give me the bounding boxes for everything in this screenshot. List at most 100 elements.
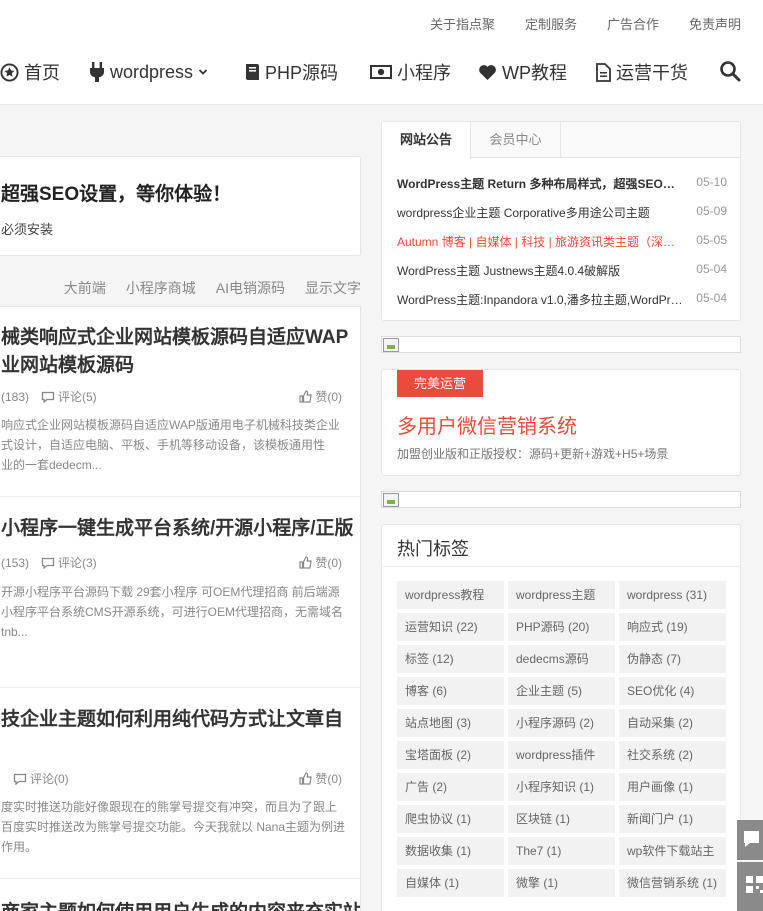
view-count: (183) xyxy=(1,389,30,404)
post-item: 商家主题如何使用用户生成的内容来充实站 xyxy=(0,879,360,911)
tag-item[interactable]: wordpress主题 xyxy=(508,581,615,609)
chat-float-button[interactable] xyxy=(737,820,763,860)
tag-item[interactable]: 站点地图 (3) xyxy=(397,709,504,737)
post-title[interactable]: 技企业主题如何利用纯代码方式让文章自 xyxy=(1,706,360,734)
tag-item[interactable]: 博客 (6) xyxy=(397,677,504,705)
category-link-miniapp-mall[interactable]: 小程序商城 xyxy=(126,278,196,298)
ad-image-broken[interactable] xyxy=(381,491,741,508)
like-count: 赞(0) xyxy=(315,390,342,404)
post-title-line2[interactable]: 业网站模板源码 xyxy=(1,352,360,380)
announcement-item[interactable]: WordPress主题 Return 多种布局样式，超强SEO优化 05-10 xyxy=(397,175,727,192)
announcement-item-title: wordpress企业主题 Corporative多用途公司主题 xyxy=(397,206,650,220)
nav-php-source[interactable]: PHP源码 xyxy=(245,59,338,85)
tag-item[interactable]: wordpress (31) xyxy=(619,581,726,609)
tag-item[interactable]: dedecms源码 xyxy=(508,645,615,673)
promo-description: 加盟创业版和正版授权：源码+更新+游戏+H5+场景 xyxy=(397,447,669,461)
tag-item[interactable]: 小程序知识 (1) xyxy=(508,773,615,801)
tag-item[interactable]: 自动采集 (2) xyxy=(619,709,726,737)
nav-home[interactable]: 首页 xyxy=(0,59,60,85)
tag-item[interactable]: 响应式 (19) xyxy=(619,613,726,641)
comment-count: 评论(5) xyxy=(58,390,97,404)
tag-item[interactable]: 标签 (12) xyxy=(397,645,504,673)
nav-ops[interactable]: 运营干货 xyxy=(596,59,688,85)
tab-site-announcements[interactable]: 网站公告 xyxy=(382,122,471,159)
top-link-ad[interactable]: 广告合作 xyxy=(607,14,659,33)
comment-link[interactable]: 评论(5) xyxy=(41,388,97,405)
announcement-banner[interactable]: 超强SEO设置，等你体验！ 必须安装 xyxy=(0,156,361,256)
tag-item[interactable]: 用户画像 (1) xyxy=(619,773,726,801)
announcement-item[interactable]: Autumn 博客 | 自媒体 | 科技 | 旅游资讯类主题（深色） 05-05 xyxy=(397,233,727,250)
post-excerpt-line: 小程序平台系统CMS开源系统，可进行OEM代理招商，无需域名 xyxy=(1,605,344,619)
divider xyxy=(382,566,740,567)
comment-link[interactable]: 评论(0) xyxy=(13,770,69,787)
tag-item[interactable]: wordpress教程 xyxy=(397,581,504,609)
announcement-item[interactable]: WordPress主题:Inpandora v1.0,潘多拉主题,WordPre… xyxy=(397,291,727,308)
broken-image-icon xyxy=(383,338,399,352)
tag-item[interactable]: 社交系统 (2) xyxy=(619,741,726,769)
tab-member-center[interactable]: 会员中心 xyxy=(471,122,561,158)
plug-icon xyxy=(90,62,104,82)
post-excerpt: 度实时推送功能好像跟现在的熊掌号提交有冲突，而且为了跟上 百度实时推送改为熊掌号… xyxy=(1,797,346,857)
top-link-disclaimer[interactable]: 免责声明 xyxy=(689,14,741,33)
tag-item[interactable]: wordpress插件 xyxy=(508,741,615,769)
tag-item[interactable]: 小程序源码 (2) xyxy=(508,709,615,737)
announcement-item[interactable]: wordpress企业主题 Corporative多用途公司主题 05-09 xyxy=(397,204,727,221)
comment-link[interactable]: 评论(3) xyxy=(41,554,97,571)
announcement-item-date: 05-09 xyxy=(696,204,727,218)
like-button[interactable]: 赞(0) xyxy=(299,770,342,787)
like-button[interactable]: 赞(0) xyxy=(299,388,342,405)
promo-title[interactable]: 多用户微信营销系统 xyxy=(397,410,577,439)
nav-php-label: PHP源码 xyxy=(265,63,339,83)
tag-item[interactable]: The7 (1) xyxy=(508,837,615,865)
top-link-custom-service[interactable]: 定制服务 xyxy=(525,14,577,33)
chat-bubble-icon xyxy=(744,831,759,847)
search-icon[interactable] xyxy=(719,60,741,82)
tag-item[interactable]: 运营知识 (22) xyxy=(397,613,504,641)
tag-item[interactable]: 微信营销系统 (1) xyxy=(619,869,726,897)
nav-miniapp[interactable]: 小程序 xyxy=(370,59,451,85)
post-title[interactable]: 商家主题如何使用用户生成的内容来充实站 xyxy=(1,899,360,911)
tag-item[interactable]: PHP源码 (20) xyxy=(508,613,615,641)
like-button[interactable]: 赞(0) xyxy=(299,554,342,571)
star-circle-icon xyxy=(0,62,19,82)
comment-count: 评论(0) xyxy=(30,772,69,786)
announcement-item-title: WordPress主题 Justnews主题4.0.4破解版 xyxy=(397,264,621,278)
tag-item[interactable]: 微擎 (1) xyxy=(508,869,615,897)
ad-image-broken[interactable] xyxy=(381,336,741,353)
post-title[interactable]: 小程序一键生成平台系统/开源小程序/正版 xyxy=(1,515,360,543)
announcement-item-date: 05-04 xyxy=(696,262,727,276)
post-list: 械类响应式企业网站模板源码自适应WAP 业网站模板源码 (183) 评论(5) … xyxy=(0,306,361,911)
tag-item[interactable]: 广告 (2) xyxy=(397,773,504,801)
top-link-about[interactable]: 关于指点聚 xyxy=(430,14,495,33)
view-count: (153) xyxy=(1,555,30,570)
nav-wp-tutorial[interactable]: WP教程 xyxy=(478,59,567,85)
money-icon xyxy=(370,65,392,79)
tag-item[interactable]: 企业主题 (5) xyxy=(508,677,615,705)
post-excerpt-line: 业的一套dedecm... xyxy=(1,458,102,472)
tag-item[interactable]: 伪静态 (7) xyxy=(619,645,726,673)
nav-wordpress[interactable]: wordpress xyxy=(89,62,208,83)
widget-tabs: 网站公告 会员中心 xyxy=(382,122,740,159)
tag-item[interactable]: 区块链 (1) xyxy=(508,805,615,833)
top-links: 关于指点聚 定制服务 广告合作 免责声明 xyxy=(430,14,741,33)
tag-item[interactable]: 数据收集 (1) xyxy=(397,837,504,865)
document-icon xyxy=(596,62,611,82)
category-link-ai-sales[interactable]: AI电销源码 xyxy=(216,278,285,298)
tag-item[interactable]: 自媒体 (1) xyxy=(397,869,504,897)
category-link-frontend[interactable]: 大前端 xyxy=(64,278,106,298)
qrcode-float-button[interactable] xyxy=(737,862,763,911)
announcement-item[interactable]: WordPress主题 Justnews主题4.0.4破解版 05-04 xyxy=(397,262,727,279)
tag-item[interactable]: 宝塔面板 (2) xyxy=(397,741,504,769)
category-link-show-text[interactable]: 显示文字 xyxy=(305,278,361,298)
post-title[interactable]: 械类响应式企业网站模板源码自适应WAP xyxy=(1,324,360,352)
tag-item[interactable]: 新闻门户 (1) xyxy=(619,805,726,833)
tag-item[interactable]: SEO优化 (4) xyxy=(619,677,726,705)
nav-miniapp-label: 小程序 xyxy=(397,63,451,83)
tag-item[interactable]: wp软件下载站主 xyxy=(619,837,726,865)
post-excerpt-line: 响应式企业网站模板源码自适应WAP版通用电子机械科技类企业 xyxy=(1,418,340,432)
tag-item[interactable]: 爬虫协议 (1) xyxy=(397,805,504,833)
nav-wp-tutorial-label: WP教程 xyxy=(502,63,567,83)
post-excerpt-line: 百度实时推送改为熊掌号提交功能。今天我就以 Nana主题为例进 xyxy=(1,820,346,834)
comment-icon xyxy=(13,773,27,785)
promo-widget[interactable]: 完美运营 多用户微信营销系统 加盟创业版和正版授权：源码+更新+游戏+H5+场景 xyxy=(381,369,741,476)
